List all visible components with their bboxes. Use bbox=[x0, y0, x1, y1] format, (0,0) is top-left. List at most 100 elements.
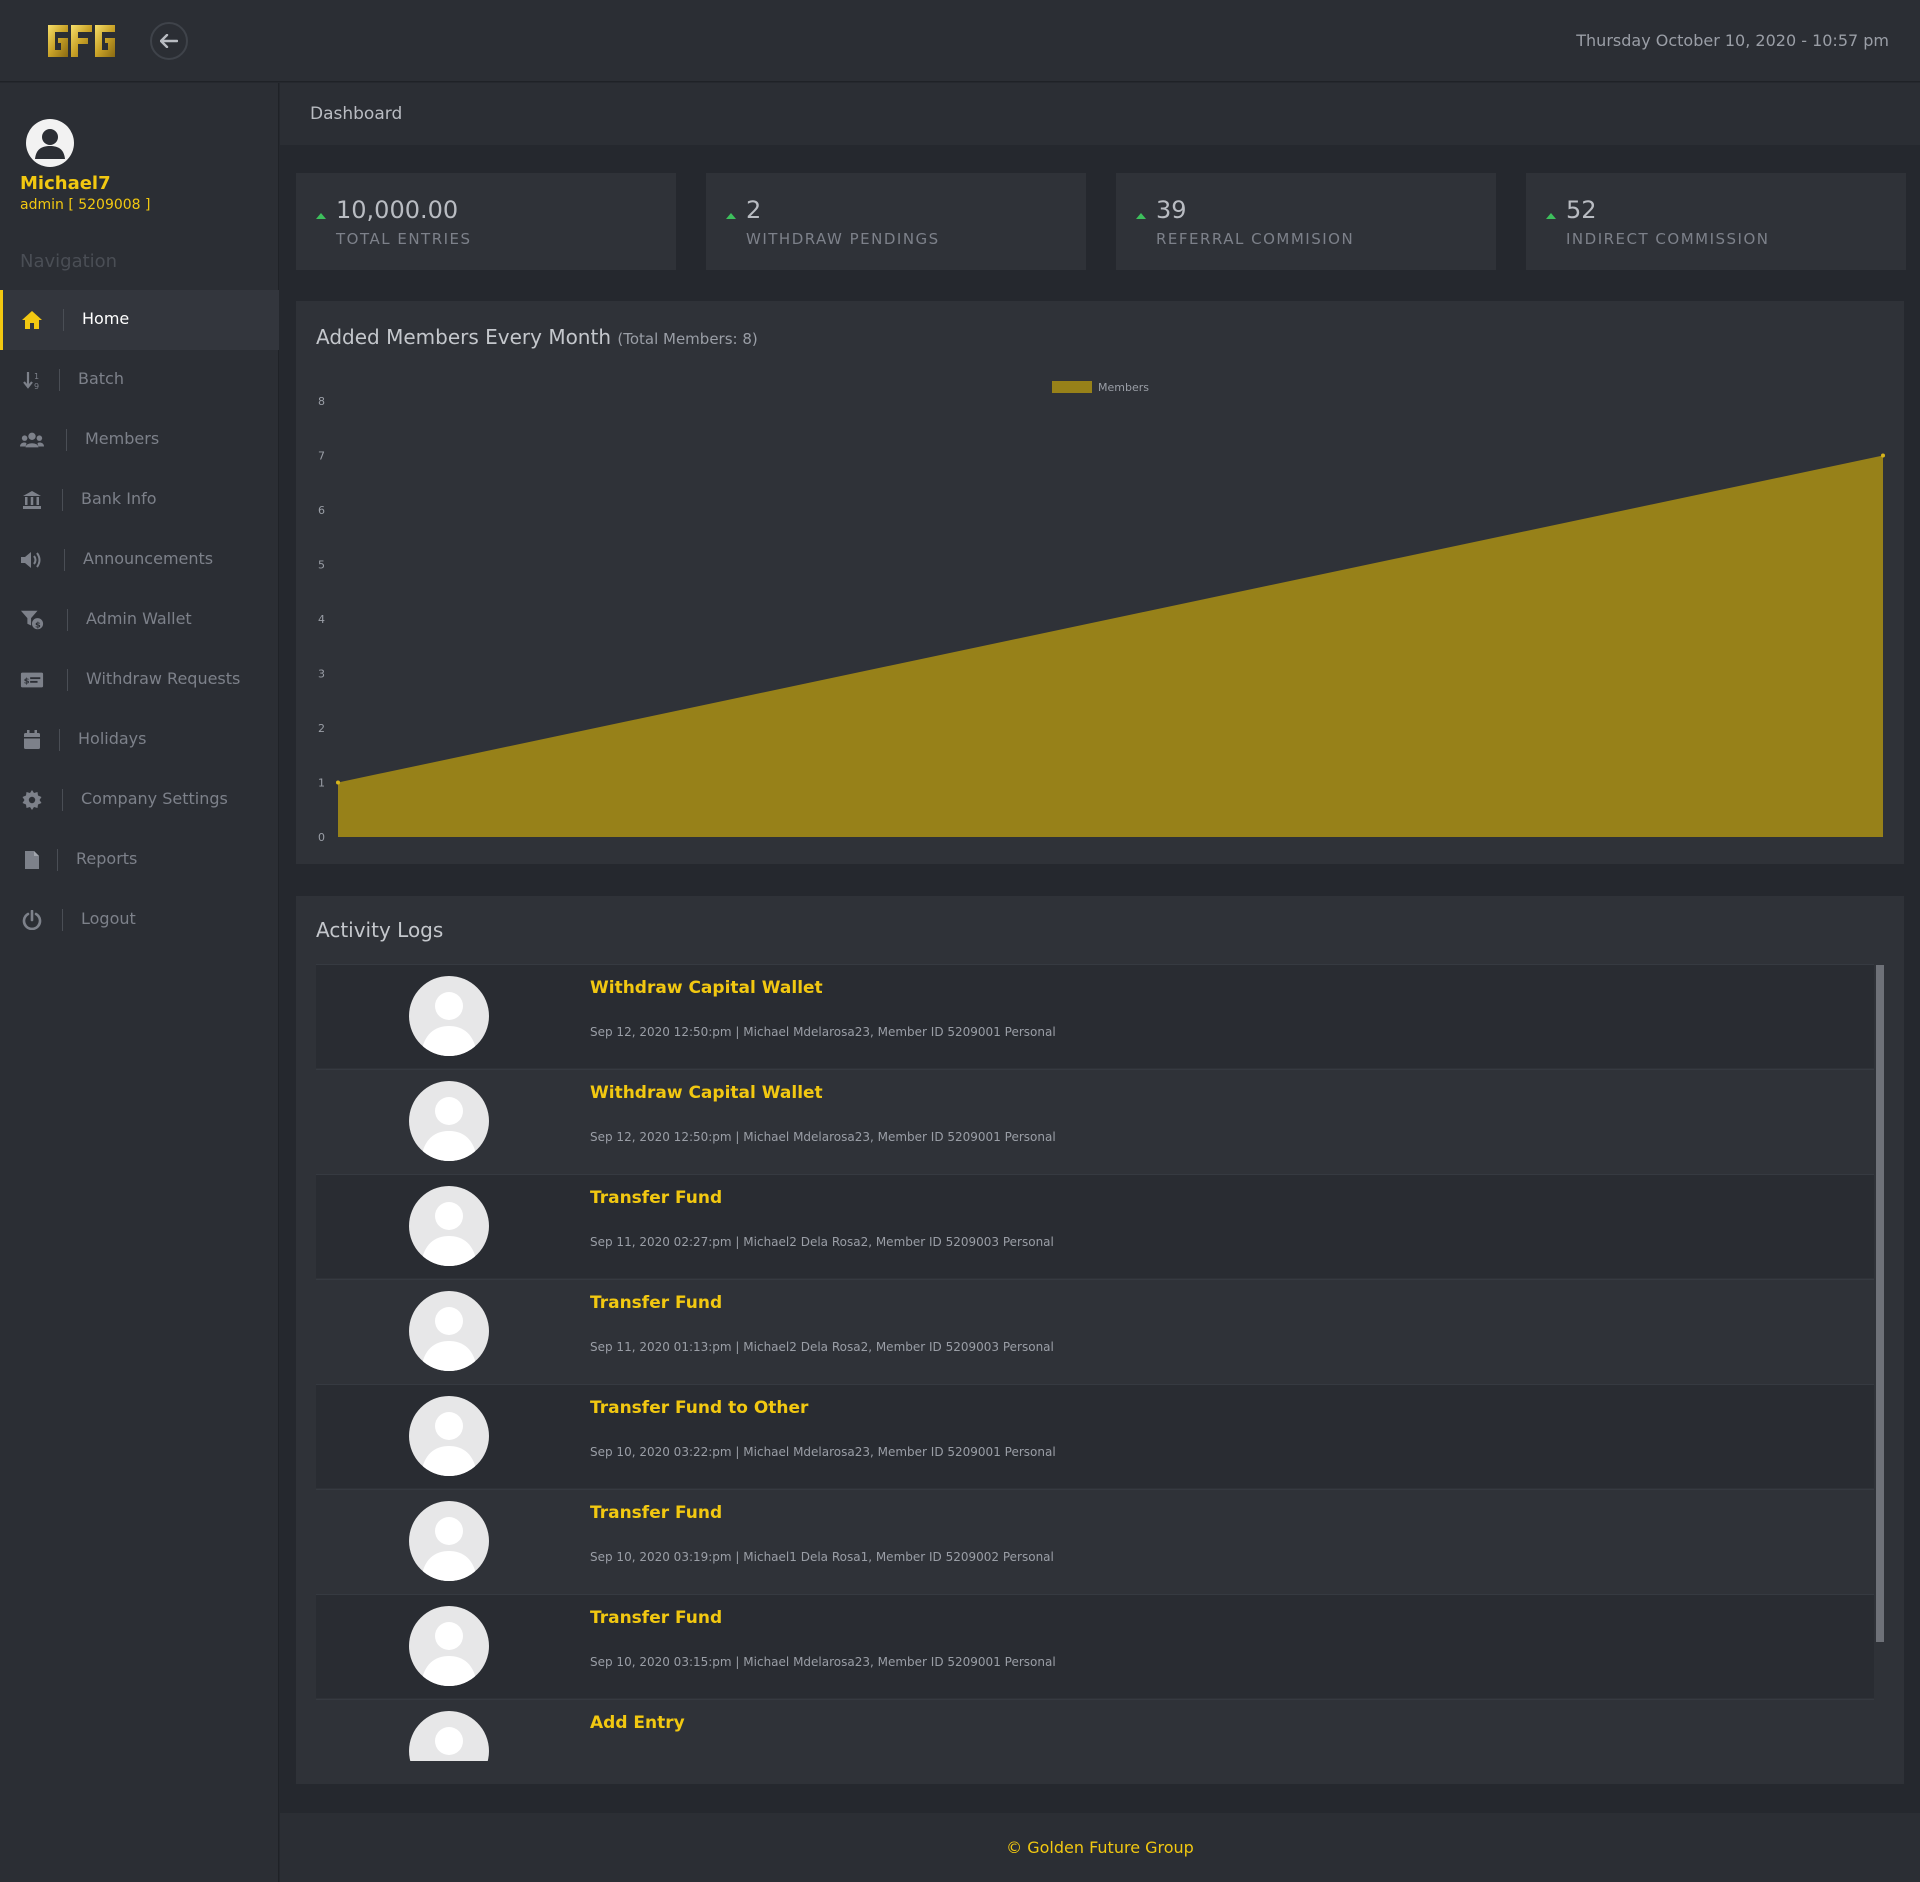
avatar bbox=[409, 1186, 489, 1266]
activity-log-item[interactable]: Add Entry bbox=[316, 1699, 1874, 1761]
svg-text:9: 9 bbox=[34, 382, 39, 390]
activity-log-title[interactable]: Transfer Fund bbox=[590, 1608, 722, 1628]
activity-log-item[interactable]: Withdraw Capital Wallet Sep 12, 2020 12:5… bbox=[316, 964, 1874, 1068]
data-point[interactable] bbox=[336, 780, 340, 785]
svg-text:$: $ bbox=[35, 619, 41, 629]
stat-label: TOTAL ENTRIES bbox=[336, 230, 472, 248]
avatar bbox=[409, 1501, 489, 1581]
nav-separator bbox=[59, 729, 60, 751]
current-datetime: Thursday October 10, 2020 - 10:57 pm bbox=[1576, 31, 1889, 50]
sidebar-item-logout[interactable]: Logout bbox=[0, 890, 279, 950]
sidebar-item-label: Admin Wallet bbox=[86, 609, 192, 628]
trend-up-icon bbox=[1546, 213, 1556, 219]
y-tick-label: 7 bbox=[318, 450, 325, 463]
sidebar-item-label: Holidays bbox=[78, 729, 147, 748]
activity-log-title[interactable]: Transfer Fund bbox=[590, 1188, 722, 1208]
megaphone-icon bbox=[20, 548, 44, 572]
activity-log-item[interactable]: Transfer Fund Sep 10, 2020 03:19:pm | Mic… bbox=[316, 1489, 1874, 1593]
activity-log-meta: Sep 12, 2020 12:50:pm | Michael Mdelaros… bbox=[590, 1130, 1056, 1144]
activity-log-item[interactable]: Transfer Fund Sep 11, 2020 02:27:pm | Mic… bbox=[316, 1174, 1874, 1278]
breadcrumb: Dashboard bbox=[310, 104, 403, 124]
sidebar-item-label: Members bbox=[85, 429, 160, 448]
stat-card-referral-commision: 39 REFERRAL COMMISION bbox=[1116, 173, 1496, 270]
user-icon bbox=[421, 1202, 477, 1266]
nav-separator bbox=[62, 789, 63, 811]
y-tick-label: 2 bbox=[318, 722, 325, 735]
top-bar: Thursday October 10, 2020 - 10:57 pm bbox=[0, 0, 1920, 82]
sidebar-item-reports[interactable]: Reports bbox=[0, 830, 279, 890]
activity-log-meta: Sep 10, 2020 03:19:pm | Michael1 Dela Ro… bbox=[590, 1550, 1054, 1564]
y-tick-label: 4 bbox=[318, 613, 325, 626]
user-icon bbox=[421, 1307, 477, 1371]
activity-log-title[interactable]: Withdraw Capital Wallet bbox=[590, 978, 823, 998]
stat-value: 10,000.00 bbox=[336, 196, 459, 224]
gfg-logo[interactable] bbox=[46, 21, 118, 61]
nav-separator bbox=[63, 309, 64, 331]
footer-copyright: © Golden Future Group bbox=[1006, 1838, 1194, 1857]
members-chart-panel: Added Members Every Month (Total Members… bbox=[296, 301, 1904, 864]
avatar bbox=[409, 1081, 489, 1161]
sidebar-item-announcements[interactable]: Announcements bbox=[0, 530, 279, 590]
sidebar-item-company-settings[interactable]: Company Settings bbox=[0, 770, 279, 830]
gear-icon bbox=[20, 788, 44, 812]
sidebar-item-members[interactable]: Members bbox=[0, 410, 279, 470]
sidebar: Michael7 admin [ 5209008 ] Navigation Ho… bbox=[0, 83, 279, 1882]
stat-label: INDIRECT COMMISSION bbox=[1566, 230, 1770, 248]
sidebar-toggle-button[interactable] bbox=[150, 22, 188, 60]
avatar[interactable] bbox=[26, 119, 74, 167]
activity-log-item[interactable]: Withdraw Capital Wallet Sep 12, 2020 12:5… bbox=[316, 1069, 1874, 1173]
activity-log-scrollbar[interactable] bbox=[1876, 965, 1884, 1642]
stat-value: 2 bbox=[746, 196, 762, 224]
sidebar-item-label: Reports bbox=[76, 849, 138, 868]
sidebar-item-label: Bank Info bbox=[81, 489, 157, 508]
activity-log-meta: Sep 10, 2020 03:22:pm | Michael Mdelaros… bbox=[590, 1445, 1056, 1459]
activity-log-title[interactable]: Add Entry bbox=[590, 1713, 685, 1733]
avatar bbox=[409, 976, 489, 1056]
sidebar-item-label: Home bbox=[82, 309, 130, 328]
sidebar-item-batch[interactable]: 19 Batch bbox=[0, 350, 279, 410]
activity-log-item[interactable]: Transfer Fund to Other Sep 10, 2020 03:22… bbox=[316, 1384, 1874, 1488]
svg-text:$: $ bbox=[24, 676, 30, 686]
activity-log-list[interactable]: Withdraw Capital Wallet Sep 12, 2020 12:5… bbox=[316, 964, 1884, 1761]
avatar bbox=[409, 1291, 489, 1371]
sidebar-item-label: Withdraw Requests bbox=[86, 669, 241, 688]
activity-log-title[interactable]: Withdraw Capital Wallet bbox=[590, 1083, 823, 1103]
data-point[interactable] bbox=[1881, 453, 1885, 458]
footer: © Golden Future Group bbox=[280, 1813, 1920, 1882]
sidebar-item-bank-info[interactable]: Bank Info bbox=[0, 470, 279, 530]
y-tick-label: 3 bbox=[318, 668, 325, 681]
stat-label: WITHDRAW PENDINGS bbox=[746, 230, 940, 248]
stat-card-indirect-commission: 52 INDIRECT COMMISSION bbox=[1526, 173, 1906, 270]
money-card-icon: $ bbox=[20, 668, 44, 692]
activity-log-item[interactable]: Transfer Fund Sep 11, 2020 01:13:pm | Mic… bbox=[316, 1279, 1874, 1383]
stat-card-withdraw-pendings: 2 WITHDRAW PENDINGS bbox=[706, 173, 1086, 270]
nav-separator bbox=[62, 489, 63, 511]
nav-separator bbox=[66, 429, 67, 451]
user-name: Michael7 bbox=[20, 173, 111, 194]
y-tick-label: 0 bbox=[318, 831, 325, 844]
activity-logs-panel: Activity Logs Withdraw Capital Wallet Sep… bbox=[296, 896, 1904, 1784]
avatar bbox=[409, 1606, 489, 1686]
user-role: admin [ 5209008 ] bbox=[20, 197, 151, 213]
sidebar-item-holidays[interactable]: Holidays bbox=[0, 710, 279, 770]
navigation-heading: Navigation bbox=[20, 251, 118, 272]
activity-log-title[interactable]: Transfer Fund bbox=[590, 1293, 722, 1313]
file-icon bbox=[20, 848, 44, 872]
funnel-dollar-icon: $ bbox=[20, 608, 44, 632]
sidebar-item-home[interactable]: Home bbox=[0, 290, 279, 350]
activity-log-meta: Sep 10, 2020 03:15:pm | Michael Mdelaros… bbox=[590, 1655, 1056, 1669]
members-area-series bbox=[338, 455, 1883, 837]
sort-icon: 19 bbox=[20, 368, 44, 392]
sidebar-item-admin-wallet[interactable]: $ Admin Wallet bbox=[0, 590, 279, 650]
activity-log-item[interactable]: Transfer Fund Sep 10, 2020 03:15:pm | Mic… bbox=[316, 1594, 1874, 1698]
activity-log-title[interactable]: Transfer Fund bbox=[590, 1503, 722, 1523]
activity-log-meta: Sep 11, 2020 01:13:pm | Michael2 Dela Ro… bbox=[590, 1340, 1054, 1354]
activity-log-title[interactable]: Transfer Fund to Other bbox=[590, 1398, 808, 1418]
sidebar-item-withdraw-requests[interactable]: $ Withdraw Requests bbox=[0, 650, 279, 710]
nav-separator bbox=[57, 849, 58, 871]
bank-icon bbox=[20, 488, 44, 512]
user-icon bbox=[421, 1412, 477, 1476]
sidebar-item-label: Company Settings bbox=[81, 789, 228, 808]
svg-text:1: 1 bbox=[34, 372, 39, 381]
trend-up-icon bbox=[726, 213, 736, 219]
